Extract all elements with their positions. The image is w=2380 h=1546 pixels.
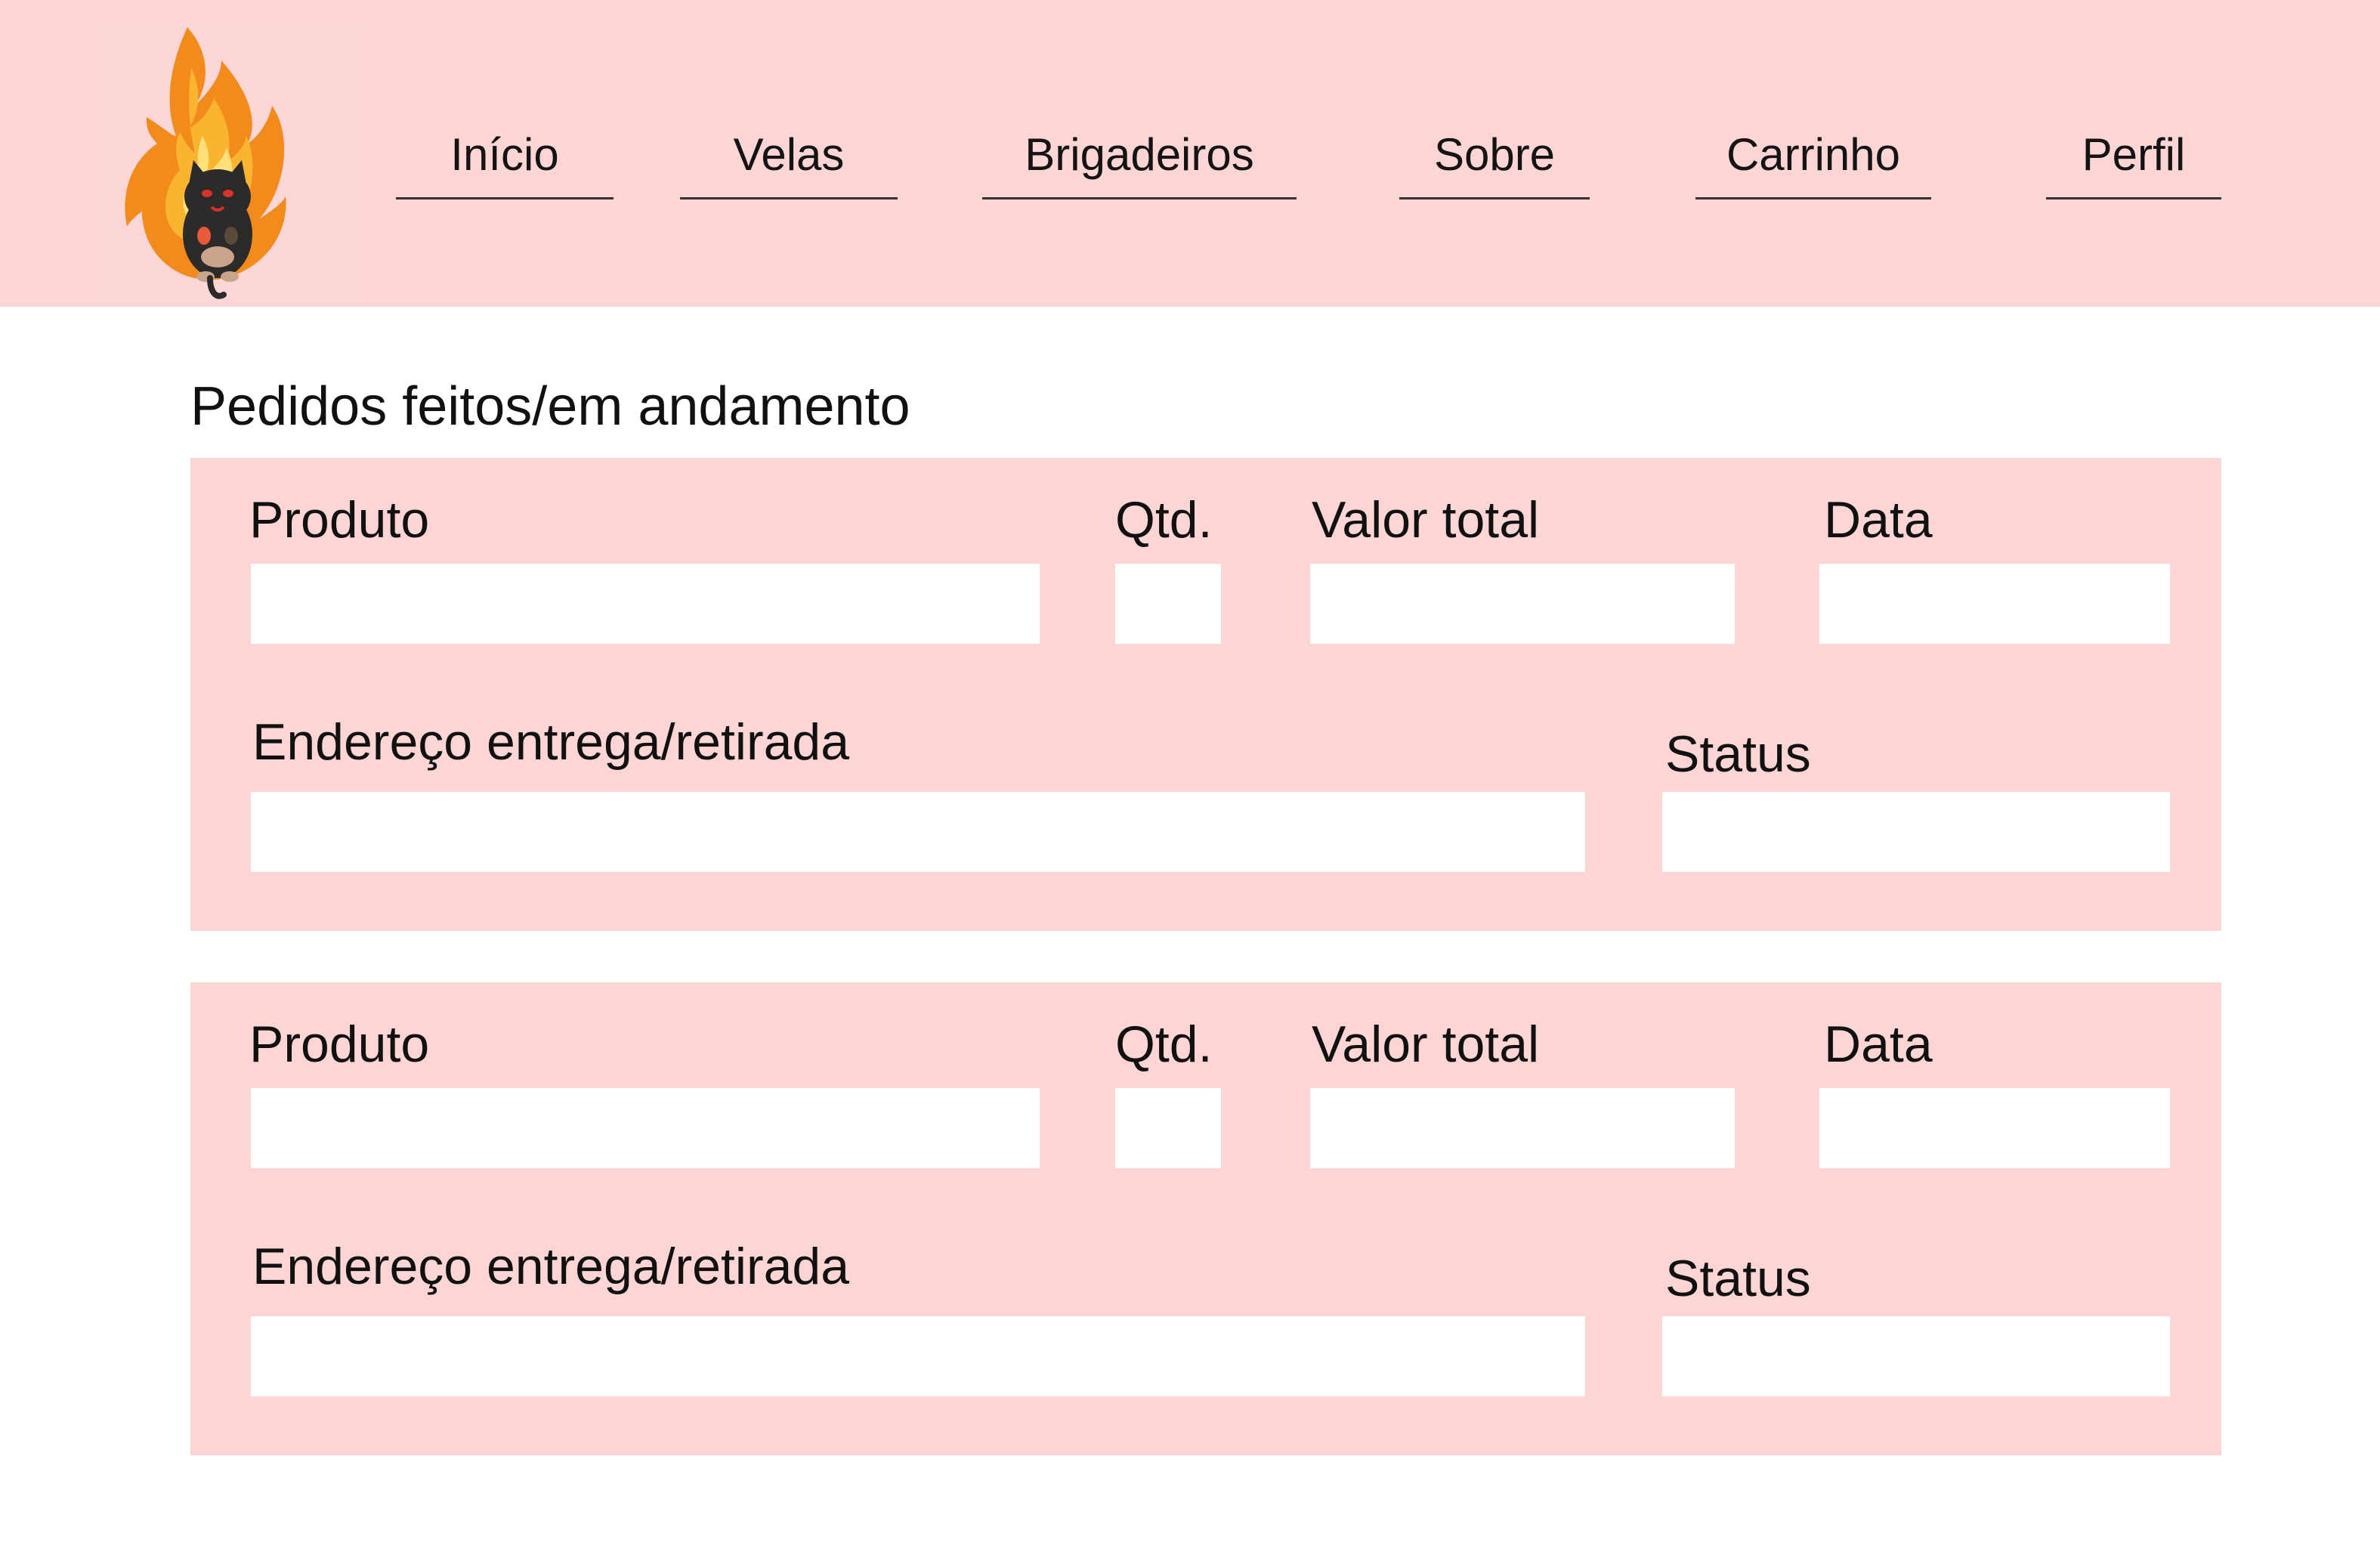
status-field[interactable] — [1662, 1316, 2170, 1396]
valor-total-field[interactable] — [1310, 1088, 1735, 1168]
nav-item-velas[interactable]: Velas — [680, 121, 898, 199]
endereco-label: Endereço entrega/retirada — [252, 713, 850, 771]
order-card: Produto Qtd. Valor total Data Endereço e… — [190, 458, 2221, 931]
data-label: Data — [1824, 1016, 1933, 1073]
status-field[interactable] — [1662, 792, 2170, 872]
qtd-field[interactable] — [1115, 564, 1221, 644]
site-header: Início Velas Brigadeiros Sobre Carrinho … — [0, 0, 2380, 307]
nav-item-carrinho[interactable]: Carrinho — [1695, 121, 1931, 199]
produto-field[interactable] — [251, 564, 1040, 644]
data-field[interactable] — [1819, 564, 2170, 644]
endereco-label: Endereço entrega/retirada — [252, 1238, 850, 1295]
qtd-field[interactable] — [1115, 1088, 1221, 1168]
produto-label: Produto — [249, 1016, 430, 1073]
qtd-label: Qtd. — [1115, 491, 1213, 549]
valor-total-field[interactable] — [1310, 564, 1735, 644]
nav-item-sobre[interactable]: Sobre — [1399, 121, 1590, 199]
qtd-label: Qtd. — [1115, 1016, 1213, 1073]
flaming-black-cat-logo-icon — [125, 27, 286, 299]
page-title: Pedidos feitos/em andamento — [190, 376, 910, 437]
produto-field[interactable] — [251, 1088, 1040, 1168]
valor-total-label: Valor total — [1312, 1016, 1540, 1073]
valor-total-label: Valor total — [1312, 491, 1540, 549]
status-label: Status — [1665, 1250, 1811, 1307]
data-label: Data — [1824, 491, 1933, 549]
endereco-field[interactable] — [251, 1316, 1585, 1396]
endereco-field[interactable] — [251, 792, 1585, 872]
nav-item-inicio[interactable]: Início — [396, 121, 614, 199]
produto-label: Produto — [249, 491, 430, 549]
status-label: Status — [1665, 725, 1811, 783]
data-field[interactable] — [1819, 1088, 2170, 1168]
nav-item-brigadeiros[interactable]: Brigadeiros — [982, 121, 1297, 199]
logo[interactable] — [97, 23, 363, 304]
order-card: Produto Qtd. Valor total Data Endereço e… — [190, 982, 2221, 1455]
nav-item-perfil[interactable]: Perfil — [2046, 121, 2221, 199]
